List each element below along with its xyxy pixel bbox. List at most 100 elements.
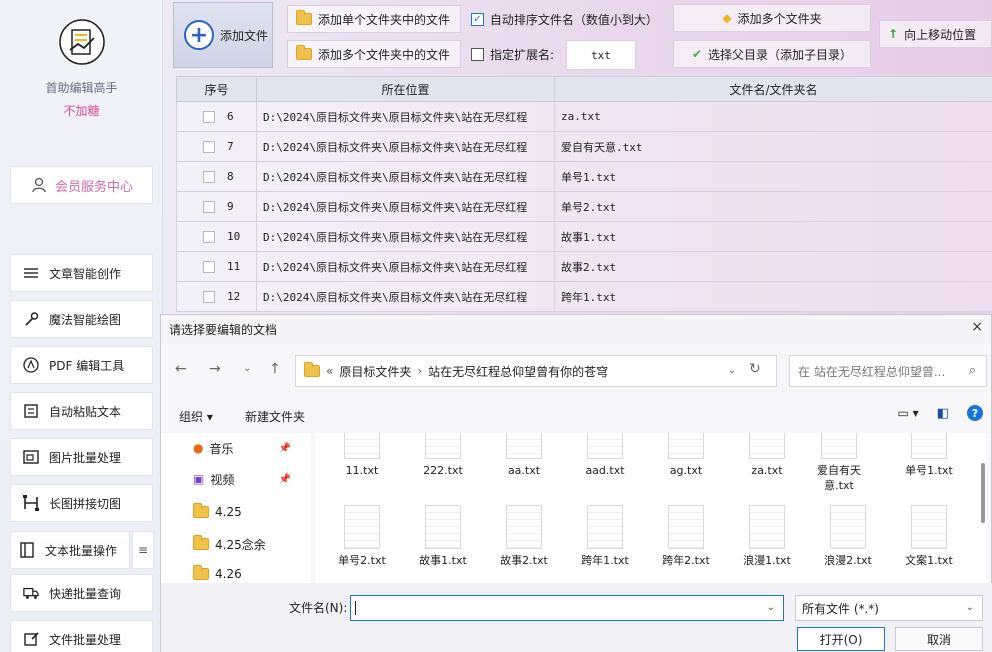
- file-name: ag.txt: [669, 464, 703, 477]
- filename-input[interactable]: ⌄: [350, 595, 784, 621]
- app-name: 首助编辑高手: [45, 81, 118, 95]
- organize-button[interactable]: 组织 ▾: [179, 408, 213, 425]
- name-cell: 爱自有天意.txt: [554, 131, 992, 162]
- open-button[interactable]: 打开(O): [797, 627, 885, 651]
- table-row[interactable]: 10 D:\2024\原目标文件夹\原目标文件夹\站在无尽红程 故事1.txt: [176, 221, 992, 252]
- row-checkbox[interactable]: [203, 200, 215, 213]
- row-checkbox[interactable]: [203, 290, 215, 303]
- breadcrumb-item[interactable]: 原目标文件夹: [339, 363, 411, 380]
- row-checkbox[interactable]: [203, 230, 215, 243]
- search-placeholder: 在 站在无尽红程总仰望曾...: [798, 364, 946, 379]
- file-item[interactable]: aa.txt: [485, 433, 563, 478]
- file-item[interactable]: ag.txt: [647, 433, 725, 478]
- column-header-name[interactable]: 文件名/文件夹名: [554, 76, 992, 102]
- filetype-select[interactable]: 所有文件 (*.*) ⌄: [795, 595, 983, 621]
- sidebar-item-paste[interactable]: 自动粘贴文本: [10, 392, 153, 430]
- row-checkbox[interactable]: [203, 140, 215, 153]
- file-item[interactable]: 跨年2.txt: [647, 505, 725, 568]
- move-up-button[interactable]: ↑ 向上移动位置: [879, 20, 992, 48]
- tree-item-folder[interactable]: 4.25: [193, 501, 242, 523]
- file-item[interactable]: 11.txt: [323, 433, 401, 478]
- member-center-button[interactable]: 会员服务中心: [10, 166, 153, 204]
- tree-item-folder[interactable]: 4.26: [193, 563, 242, 585]
- table-row[interactable]: 7 D:\2024\原目标文件夹\原目标文件夹\站在无尽红程 爱自有天意.txt: [176, 131, 992, 162]
- view-mode-icon[interactable]: ▭ ▾: [898, 406, 919, 420]
- specify-ext-checkbox[interactable]: 指定扩展名:: [463, 40, 563, 68]
- sidebar-item-drawing[interactable]: 魔法智能绘图: [10, 300, 153, 338]
- file-item[interactable]: 跨年1.txt: [566, 505, 644, 568]
- path-cell: D:\2024\原目标文件夹\原目标文件夹\站在无尽红程: [256, 101, 555, 132]
- refresh-icon[interactable]: ↻: [749, 361, 761, 377]
- table-row[interactable]: 6 D:\2024\原目标文件夹\原目标文件夹\站在无尽红程 za.txt: [176, 101, 992, 132]
- breadcrumb-item[interactable]: 站在无尽红程总仰望曾有你的苍穹: [428, 363, 608, 380]
- column-header-seq[interactable]: 序号: [176, 76, 257, 102]
- file-name: aad.txt: [585, 464, 625, 477]
- table-row[interactable]: 9 D:\2024\原目标文件夹\原目标文件夹\站在无尽红程 单号2.txt: [176, 191, 992, 222]
- sidebar-item-label: 魔法智能绘图: [49, 312, 122, 327]
- help-icon[interactable]: ?: [967, 405, 983, 421]
- forward-arrow-icon[interactable]: →: [209, 361, 221, 377]
- sidebar-item-longimage[interactable]: 长图拼接切图: [10, 484, 153, 522]
- file-item[interactable]: 222.txt: [404, 433, 482, 478]
- sidebar-item-express[interactable]: 快递批量查询: [10, 574, 153, 612]
- file-item[interactable]: 浪漫2.txt: [809, 505, 887, 568]
- name-cell: za.txt: [554, 101, 992, 132]
- row-checkbox[interactable]: [203, 170, 215, 183]
- tree-item-folder[interactable]: 4.25念余: [193, 533, 266, 555]
- extension-input[interactable]: txt: [566, 40, 636, 70]
- seq-cell: 7: [176, 131, 257, 162]
- file-item[interactable]: 浪漫1.txt: [728, 505, 806, 568]
- table-row[interactable]: 8 D:\2024\原目标文件夹\原目标文件夹\站在无尽红程 单号1.txt: [176, 161, 992, 192]
- add-file-button[interactable]: + 添加文件: [173, 2, 273, 68]
- breadcrumb-overflow[interactable]: «: [326, 364, 333, 378]
- add-multi-folders-button[interactable]: ◆ 添加多个文件夹: [673, 4, 871, 32]
- sidebar-item-pdf[interactable]: PDF 编辑工具: [10, 346, 153, 384]
- preview-pane-icon[interactable]: ◧: [937, 406, 949, 421]
- up-arrow-icon[interactable]: ↑: [269, 361, 281, 377]
- file-item[interactable]: 单号2.txt: [323, 505, 401, 568]
- name-cell: 故事2.txt: [554, 251, 992, 282]
- document-icon: [911, 505, 947, 549]
- chevron-down-icon[interactable]: ⌄: [728, 365, 736, 376]
- choose-parent-dir-button[interactable]: ✔ 选择父目录（添加子目录）: [673, 40, 871, 68]
- row-checkbox[interactable]: [203, 260, 215, 273]
- row-checkbox[interactable]: [203, 110, 215, 123]
- new-folder-button[interactable]: 新建文件夹: [245, 408, 305, 425]
- recent-chevron-icon[interactable]: ⌄: [243, 363, 251, 374]
- close-icon[interactable]: ×: [971, 319, 983, 335]
- file-item[interactable]: 故事2.txt: [485, 505, 563, 568]
- tree-item-music[interactable]: ● 音乐 📌: [193, 437, 303, 459]
- file-name: 单号2.txt: [338, 554, 386, 567]
- file-item[interactable]: aad.txt: [566, 433, 644, 478]
- file-item[interactable]: 爱自有天意.txt: [809, 433, 869, 493]
- address-bar[interactable]: « 原目标文件夹 › 站在无尽红程总仰望曾有你的苍穹 ⌄: [295, 355, 777, 387]
- seq-cell: 8: [176, 161, 257, 192]
- add-single-folder-files-button[interactable]: 添加单个文件夹中的文件: [287, 5, 461, 33]
- auto-sort-checkbox[interactable]: ✓ 自动排序文件名（数值小到大）: [463, 5, 663, 33]
- pin-icon[interactable]: 📌: [279, 443, 291, 454]
- table-row[interactable]: 12 D:\2024\原目标文件夹\原目标文件夹\站在无尽红程 跨年1.txt: [176, 281, 992, 312]
- file-item[interactable]: 单号1.txt: [890, 433, 968, 478]
- file-item[interactable]: za.txt: [728, 433, 806, 478]
- add-multi-folder-files-button[interactable]: 添加多个文件夹中的文件: [287, 40, 461, 68]
- file-item[interactable]: 文案1.txt: [890, 505, 968, 568]
- table-row[interactable]: 11 D:\2024\原目标文件夹\原目标文件夹\站在无尽红程 故事2.txt: [176, 251, 992, 282]
- tree-item-video[interactable]: ▣ 视频 📌: [193, 468, 303, 490]
- sidebar-item-text-batch[interactable]: 文本批量操作: [10, 531, 130, 569]
- video-icon: ▣: [193, 472, 205, 486]
- column-header-path[interactable]: 所在位置: [256, 76, 555, 102]
- back-arrow-icon[interactable]: ←: [175, 361, 187, 377]
- sidebar-item-file-batch[interactable]: 文件批量处理: [10, 620, 153, 652]
- file-item[interactable]: 故事1.txt: [404, 505, 482, 568]
- folder-icon: [193, 503, 209, 518]
- pin-icon[interactable]: 📌: [279, 474, 291, 485]
- user-icon: [32, 177, 46, 193]
- cancel-button[interactable]: 取消: [895, 627, 983, 651]
- vertical-scrollbar[interactable]: [981, 463, 985, 523]
- add-single-folder-files-label: 添加单个文件夹中的文件: [318, 12, 451, 27]
- sidebar-item-image[interactable]: 图片批量处理: [10, 438, 153, 476]
- sidebar-expand-button[interactable]: ≡: [132, 531, 154, 569]
- sidebar-item-article[interactable]: 文章智能创作: [10, 254, 153, 292]
- chevron-down-icon[interactable]: ⌄: [767, 602, 775, 613]
- search-input[interactable]: 在 站在无尽红程总仰望曾... ⌕: [789, 355, 987, 387]
